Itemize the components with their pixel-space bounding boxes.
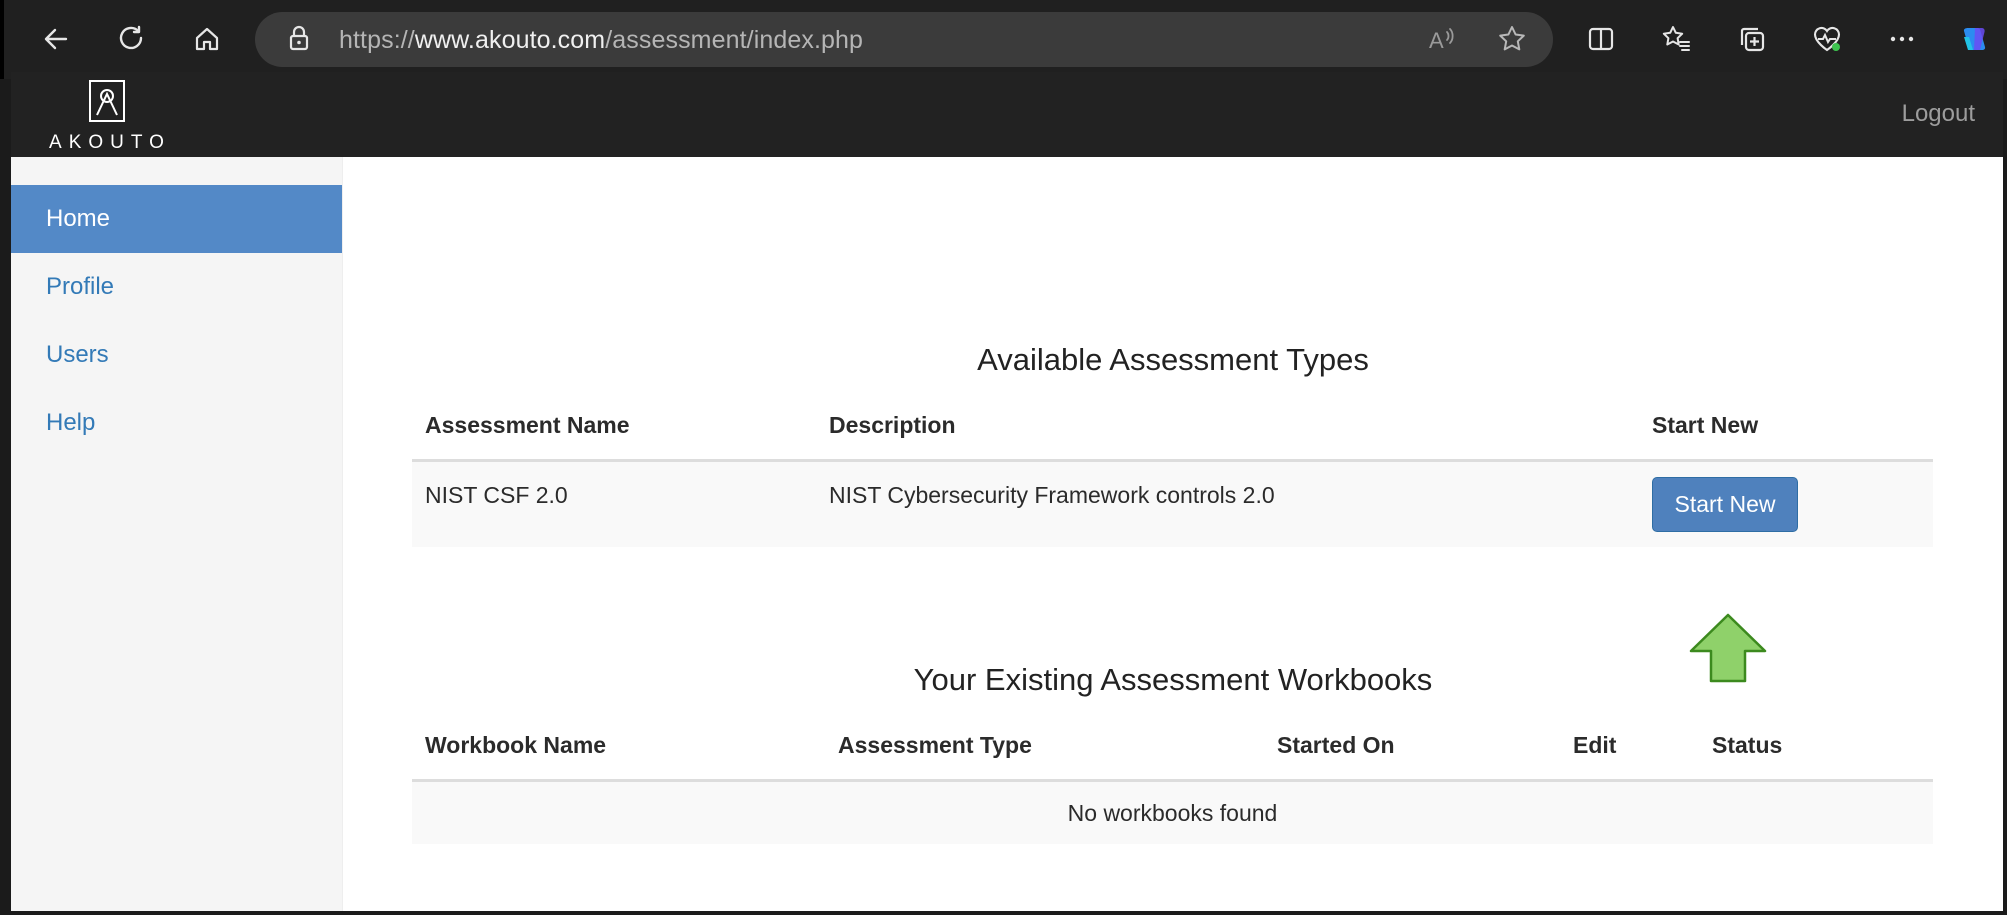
collections-icon[interactable] — [1732, 19, 1772, 59]
column-header: Started On — [1277, 732, 1395, 758]
logo-mark-icon — [89, 80, 125, 122]
table-header: Assessment Name Description Start New — [412, 402, 1933, 462]
lock-icon[interactable] — [283, 23, 315, 55]
sidebar-item-users[interactable]: Users — [11, 321, 342, 389]
split-screen-icon[interactable] — [1581, 19, 1621, 59]
logout-link[interactable]: Logout — [1902, 100, 1975, 128]
copilot-icon[interactable] — [1955, 19, 1995, 59]
more-icon[interactable] — [1882, 19, 1922, 59]
refresh-icon[interactable] — [111, 19, 151, 59]
column-header: Assessment Name — [425, 412, 630, 438]
column-header: Start New — [1652, 412, 1759, 438]
assessment-types-table: Assessment Name Description Start New NI… — [412, 402, 1933, 547]
table-row: NIST CSF 2.0 NIST Cybersecurity Framewor… — [412, 462, 1933, 547]
akouto-logo[interactable]: AKOUTO — [37, 80, 177, 153]
sidebar-item-home[interactable]: Home — [11, 185, 342, 253]
assessment-name-cell: NIST CSF 2.0 — [425, 482, 568, 508]
url-text: https://www.akouto.com/assessment/index.… — [339, 26, 864, 54]
assessment-types-title: Available Assessment Types — [977, 342, 1369, 377]
sidebar: Home Profile Users Help — [11, 157, 343, 911]
address-bar[interactable]: https://www.akouto.com/assessment/index.… — [255, 12, 1553, 67]
column-header: Workbook Name — [425, 732, 607, 758]
empty-message: No workbooks found — [1067, 800, 1278, 826]
svg-text:A: A — [1429, 28, 1444, 53]
column-header: Status — [1712, 732, 1783, 758]
main-content: Available Assessment Types Assessment Na… — [343, 157, 2003, 911]
favorites-icon[interactable] — [1656, 19, 1696, 59]
workbooks-table: Workbook Name Assessment Type Started On… — [412, 722, 1933, 844]
logo-text: AKOUTO — [49, 132, 171, 153]
column-header: Edit — [1573, 732, 1617, 758]
web-page: AKOUTO Logout Home Profile Users Help Av… — [11, 72, 2003, 911]
home-icon[interactable] — [187, 19, 227, 59]
back-icon[interactable] — [36, 19, 76, 59]
read-aloud-icon[interactable]: A — [1426, 23, 1458, 55]
start-new-button[interactable]: Start New — [1652, 477, 1798, 532]
health-icon[interactable] — [1807, 19, 1847, 59]
top-navbar: AKOUTO Logout — [11, 72, 2003, 157]
column-header: Assessment Type — [838, 732, 1032, 758]
column-header: Description — [829, 412, 956, 438]
assessment-description-cell: NIST Cybersecurity Framework controls 2.… — [829, 482, 1275, 508]
favorite-star-icon[interactable] — [1496, 23, 1528, 55]
browser-toolbar: https://www.akouto.com/assessment/index.… — [0, 0, 2007, 79]
sidebar-item-profile[interactable]: Profile — [11, 253, 342, 321]
workbooks-title: Your Existing Assessment Workbooks — [913, 662, 1433, 697]
table-header: Workbook Name Assessment Type Started On… — [412, 722, 1933, 782]
sidebar-item-help[interactable]: Help — [11, 389, 342, 457]
table-row: No workbooks found — [412, 782, 1933, 844]
